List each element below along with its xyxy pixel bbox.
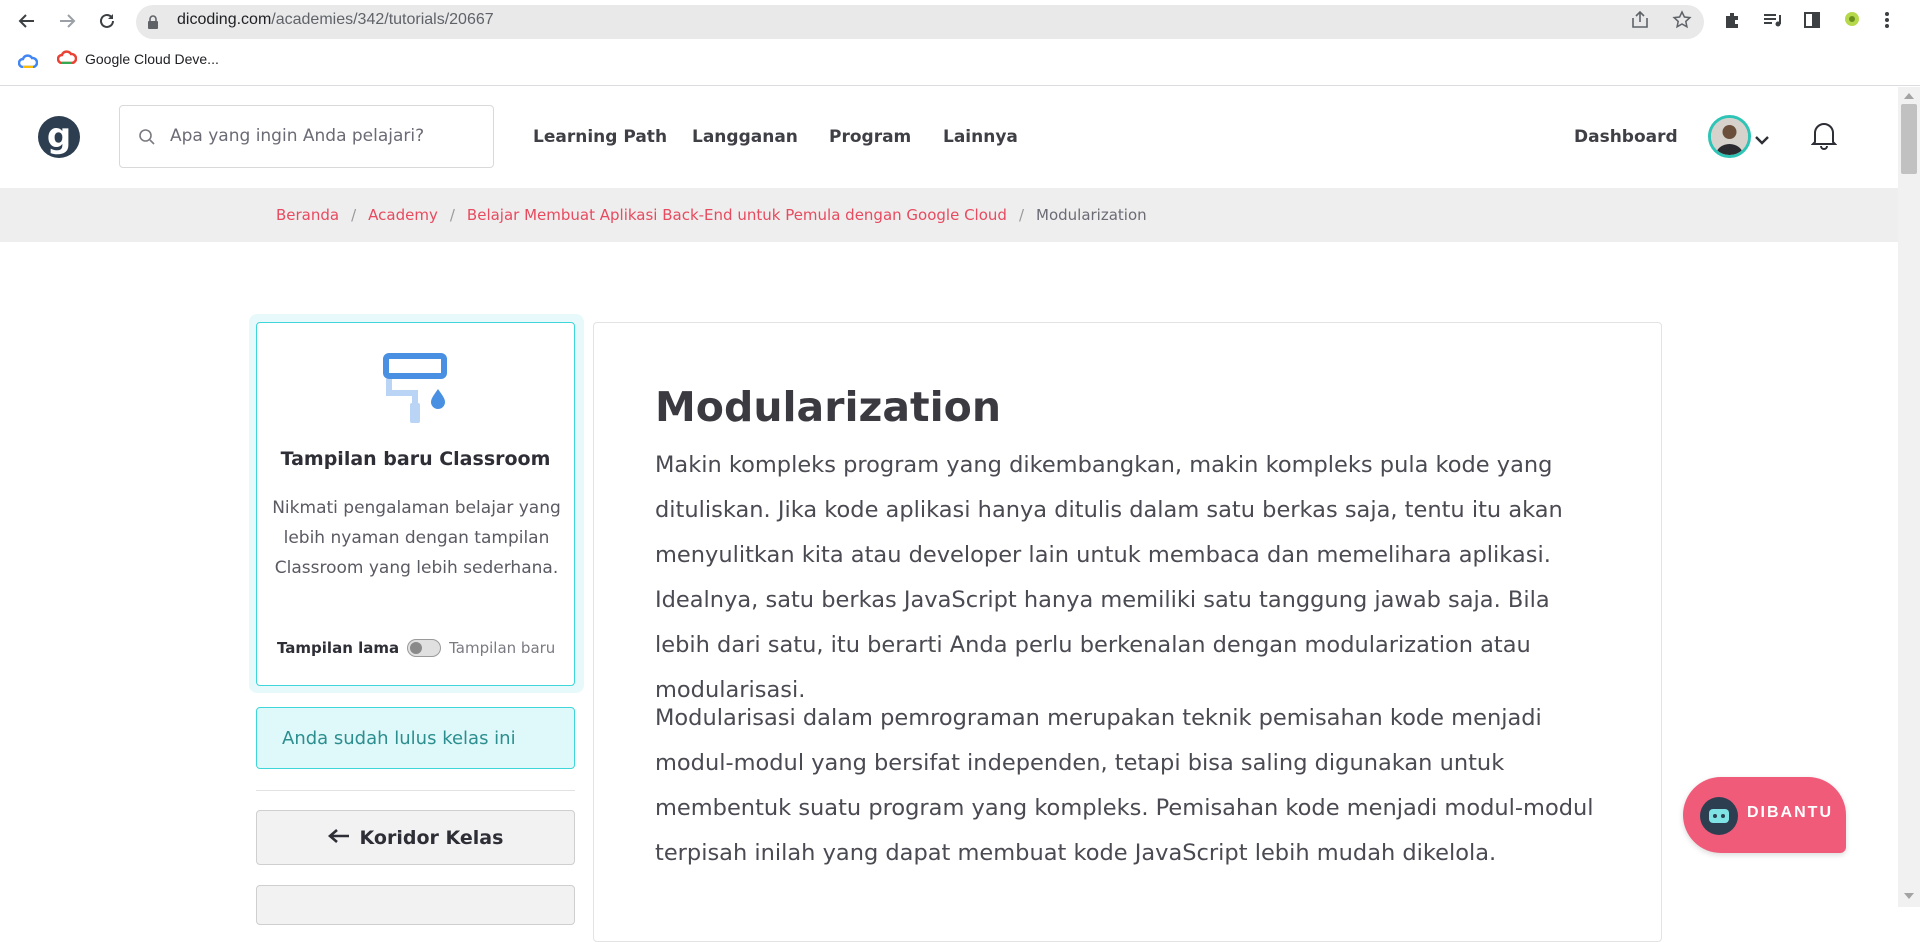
url-text: dicoding.com/academies/342/tutorials/206… [177, 11, 494, 28]
view-toggle-row: Tampilan lama Tampilan baru [277, 639, 567, 657]
sidebar-divider [256, 790, 575, 791]
scrollbar-thumb[interactable] [1901, 104, 1917, 174]
arrow-left-icon [327, 827, 350, 849]
extensions-icon[interactable] [1722, 10, 1742, 34]
view-toggle-switch[interactable] [407, 639, 442, 657]
scroll-down-arrow-icon[interactable] [1904, 893, 1914, 899]
promo-description: Nikmati pengalaman belajar yang lebih ny… [272, 498, 561, 578]
toggle-knob [410, 642, 423, 654]
classroom-promo-card: Tampilan baru Classroom Nikmati pengalam… [256, 322, 575, 686]
article-paragraph-2: Modularisasi dalam pemrograman merupakan… [655, 705, 1594, 866]
promo-title: Tampilan baru Classroom [280, 448, 551, 470]
koridor-kelas-button[interactable]: Koridor Kelas [256, 810, 575, 865]
breadcrumb-separator: / [351, 206, 357, 224]
paint-roller-icon [383, 353, 449, 429]
koridor-kelas-label: Koridor Kelas [359, 826, 504, 849]
dicoding-logo[interactable]: g [38, 116, 80, 158]
breadcrumb: Beranda / Academy / Belajar Membuat Apli… [276, 206, 1147, 224]
lock-icon[interactable] [147, 14, 159, 33]
extension-badge-icon[interactable] [1843, 10, 1861, 32]
article-paragraph-1: Makin kompleks program yang dikembangkan… [655, 452, 1563, 703]
search-input[interactable]: Apa yang ingin Anda pelajari? [119, 105, 494, 168]
toggle-old-label: Tampilan lama [277, 639, 400, 657]
star-icon[interactable] [1672, 10, 1692, 34]
nav-program[interactable]: Program [829, 127, 911, 147]
bell-icon[interactable] [1810, 120, 1838, 154]
dibantu-label: DIBANTU [1747, 804, 1833, 821]
bookmark-google-cloud[interactable]: Google Cloud Deve... [56, 50, 219, 67]
media-icon[interactable] [1762, 10, 1782, 34]
nav-lainnya[interactable]: Lainnya [943, 127, 1018, 147]
robot-icon [1700, 797, 1738, 835]
page-scrollbar[interactable] [1898, 87, 1920, 907]
search-placeholder: Apa yang ingin Anda pelajari? [170, 126, 425, 146]
breadcrumb-academy[interactable]: Academy [368, 206, 438, 224]
dashboard-link[interactable]: Dashboard [1574, 127, 1678, 147]
search-icon [138, 128, 156, 150]
breadcrumb-separator: / [1018, 206, 1024, 224]
breadcrumb-separator: / [449, 206, 455, 224]
sidebar-next-button[interactable] [256, 885, 575, 925]
back-icon[interactable] [12, 6, 42, 36]
chevron-down-icon[interactable] [1755, 130, 1769, 149]
site-header: g Apa yang ingin Anda pelajari? Learning… [0, 87, 1898, 188]
google-cloud-bookmark-icon [56, 50, 78, 67]
breadcrumb-current: Modularization [1036, 206, 1147, 224]
article-card: Modularization Makin kompleks program ya… [593, 322, 1662, 942]
dibantu-help-button[interactable]: DIBANTU [1683, 777, 1846, 853]
side-panel-icon[interactable] [1802, 10, 1822, 34]
menu-kebab-icon[interactable] [1884, 10, 1890, 34]
scroll-up-arrow-icon[interactable] [1904, 93, 1914, 99]
bookmark-label: Google Cloud Deve... [85, 50, 219, 67]
breadcrumb-course[interactable]: Belajar Membuat Aplikasi Back-End untuk … [467, 206, 1007, 224]
browser-chrome: dicoding.com/academies/342/tutorials/206… [0, 0, 1920, 86]
nav-learning-path[interactable]: Learning Path [533, 127, 667, 147]
breadcrumb-beranda[interactable]: Beranda [276, 206, 339, 224]
nav-langganan[interactable]: Langganan [692, 127, 798, 147]
avatar[interactable] [1708, 115, 1751, 158]
breadcrumb-bar: Beranda / Academy / Belajar Membuat Apli… [0, 188, 1898, 242]
share-icon[interactable] [1630, 10, 1650, 34]
forward-icon[interactable] [52, 6, 82, 36]
passed-status-banner: Anda sudah lulus kelas ini [256, 707, 575, 769]
toggle-new-label: Tampilan baru [449, 639, 556, 657]
page-title: Modularization [655, 383, 1002, 431]
reload-icon[interactable] [92, 6, 122, 36]
google-cloud-icon[interactable] [17, 53, 39, 72]
